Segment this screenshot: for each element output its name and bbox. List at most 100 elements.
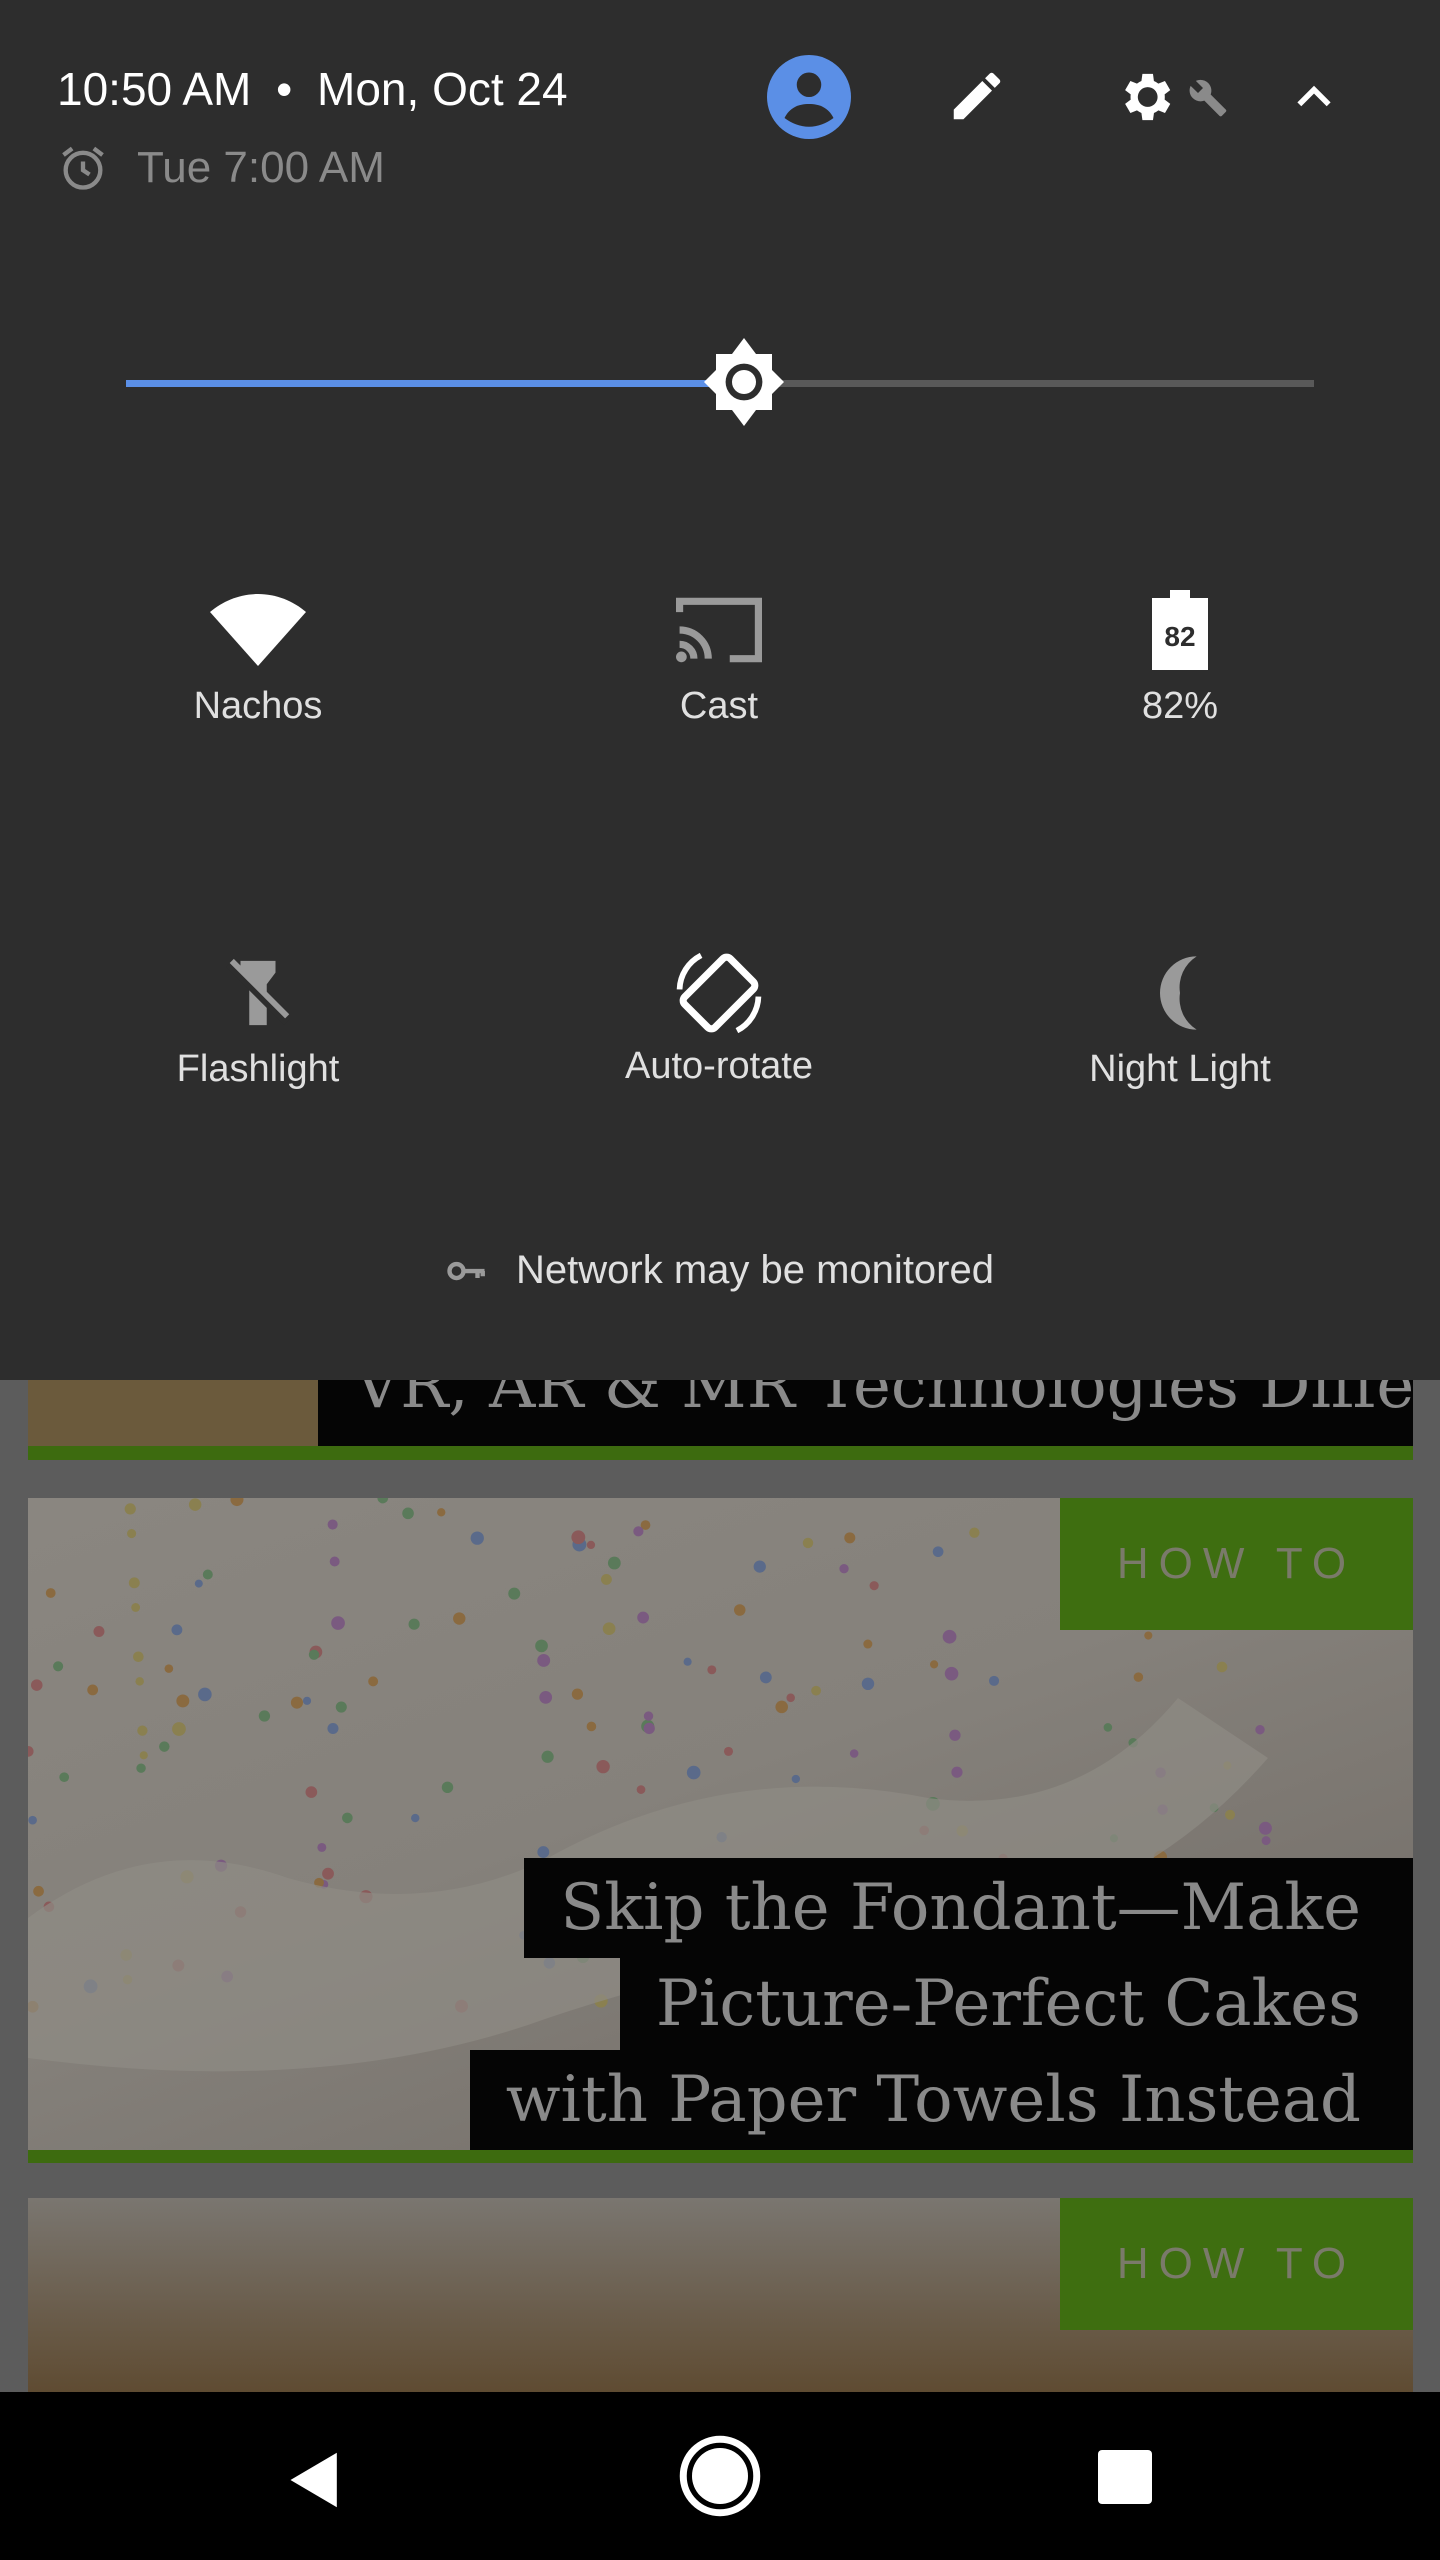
sprinkle (869, 1581, 879, 1591)
sprinkle (159, 1741, 170, 1752)
sprinkle (586, 1721, 597, 1732)
alarm-text: Tue 7:00 AM (137, 143, 385, 192)
sprinkle (607, 1556, 621, 1570)
sprinkle (335, 1701, 347, 1713)
sprinkle (686, 1765, 701, 1780)
sprinkle (786, 1693, 795, 1703)
vpn-key-icon (447, 1261, 485, 1280)
sprinkle (53, 1661, 64, 1672)
sprinkle (194, 1579, 203, 1588)
sprinkle (643, 1711, 654, 1721)
tile-label: Cast (679, 685, 759, 727)
article-card-vr[interactable]: VR, AR & MR Technologies Differ (28, 1380, 1413, 1460)
night-light-icon (1160, 956, 1197, 1030)
sprinkle (849, 1749, 859, 1758)
status-header: 10:50 AM • Mon, Oct 24 (57, 62, 568, 116)
article-card-3[interactable]: HOW TO (28, 2198, 1413, 2392)
article-card-cakes[interactable]: HOW TO Skip the Fondant—Make Picture-Per… (28, 1498, 1413, 2163)
sprinkle (951, 1766, 963, 1778)
article-thumbnail (28, 1380, 318, 1446)
sprinkle (202, 1569, 213, 1580)
sprinkle (28, 1745, 34, 1757)
sprinkle (302, 1696, 312, 1705)
sprinkle (944, 1666, 959, 1681)
sprinkle (188, 1498, 202, 1511)
sprinkle (127, 1528, 137, 1539)
sprinkle (172, 1722, 186, 1736)
battery-icon: 82 (1152, 590, 1208, 670)
battery-level-text: 82 (1164, 621, 1195, 652)
collapse-chevron-up-icon[interactable] (1290, 75, 1338, 119)
sprinkle (969, 1527, 980, 1538)
sprinkle (402, 1507, 414, 1520)
tile-flashlight[interactable]: Flashlight (108, 953, 408, 1090)
sprinkle (775, 1700, 788, 1714)
sprinkle (1216, 1661, 1228, 1673)
tile-label: Nachos (193, 685, 323, 727)
tile-label: Flashlight (176, 1048, 340, 1090)
wifi-icon (210, 594, 306, 666)
back-icon[interactable] (287, 2450, 343, 2510)
brightness-slider[interactable] (126, 338, 1314, 426)
sprinkle (541, 1750, 554, 1763)
brightness-thumb-icon[interactable] (696, 334, 792, 430)
sprinkle (136, 1763, 146, 1773)
recents-icon[interactable] (1098, 2450, 1152, 2504)
sprinkle (949, 1729, 961, 1741)
sprinkle (791, 1774, 800, 1784)
category-badge[interactable]: HOW TO (1060, 2198, 1413, 2330)
tile-night-light[interactable]: Night Light (1030, 953, 1330, 1090)
sprinkle (636, 1785, 646, 1794)
sprinkle (327, 1722, 339, 1734)
article-title-line: with Paper Towels Instead (469, 2050, 1413, 2150)
date[interactable]: Mon, Oct 24 (317, 63, 568, 115)
sprinkle (322, 1867, 334, 1880)
user-avatar-icon[interactable] (767, 55, 851, 139)
sprinkle (753, 1560, 766, 1573)
tile-cast[interactable]: Cast (569, 590, 869, 727)
sprinkle (33, 1885, 44, 1897)
sprinkle (863, 1639, 873, 1649)
tile-label: Night Light (1089, 1048, 1271, 1090)
sprinkle (128, 1577, 140, 1589)
sprinkle (683, 1657, 692, 1666)
sprinkle (537, 1846, 550, 1859)
tile-wifi[interactable]: Nachos (108, 590, 408, 727)
sprinkle (368, 1676, 379, 1687)
sprinkle (596, 1759, 610, 1774)
sprinkle (602, 1622, 616, 1636)
settings-gear-icon[interactable] (1112, 64, 1178, 130)
sprinkle (437, 1508, 446, 1517)
sprinkle (861, 1677, 875, 1691)
sprinkle (707, 1665, 717, 1675)
sprinkle (329, 1556, 340, 1567)
sprinkle (290, 1696, 304, 1709)
sprinkle (633, 1526, 644, 1537)
sprinkle (230, 1498, 244, 1507)
category-badge[interactable]: HOW TO (1060, 1498, 1413, 1630)
sprinkle (327, 1519, 338, 1530)
sprinkle (59, 1772, 70, 1782)
flashlight-icon (225, 958, 291, 1026)
auto-rotate-icon (676, 952, 762, 1034)
sprinkle (258, 1710, 271, 1722)
network-monitored-notice[interactable]: Network may be monitored (0, 1248, 1440, 1293)
sprinkle (176, 1694, 190, 1708)
tile-battery[interactable]: 82 82% (1030, 590, 1330, 727)
edit-pencil-icon[interactable] (946, 65, 1008, 127)
sprinkle (571, 1530, 586, 1545)
next-alarm[interactable]: Tue 7:00 AM (57, 142, 385, 194)
article-title: VR, AR & MR Technologies Differ (318, 1380, 1413, 1446)
clock-time[interactable]: 10:50 AM (57, 63, 251, 115)
tile-auto-rotate[interactable]: Auto-rotate (569, 950, 869, 1087)
home-icon[interactable] (678, 2434, 762, 2518)
article-title-line: Skip the Fondant—Make (524, 1858, 1413, 1958)
sprinkle (45, 1588, 56, 1598)
sprinkle (571, 1688, 584, 1700)
brightness-fill (126, 380, 744, 387)
sprinkle (164, 1664, 174, 1673)
sprinkle (470, 1531, 484, 1545)
sprinkle (411, 1813, 420, 1823)
sprinkle (441, 1781, 454, 1794)
sprinkle (537, 1653, 551, 1667)
